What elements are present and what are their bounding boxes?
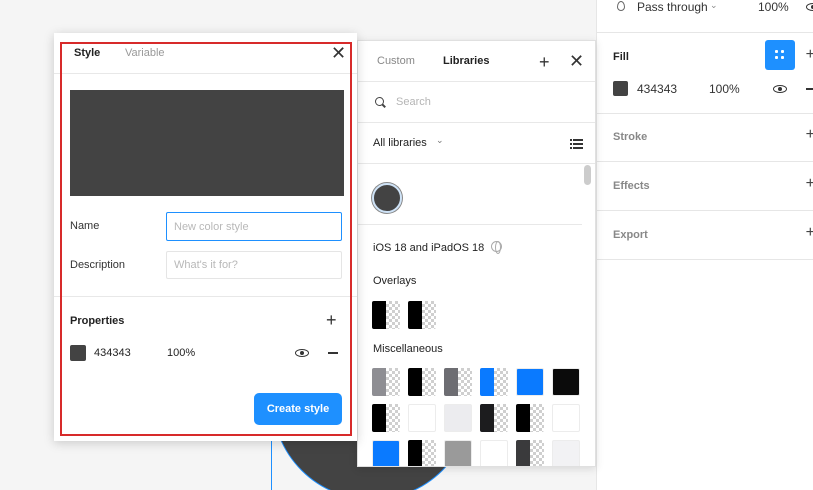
divider	[54, 296, 357, 297]
color-swatch[interactable]	[408, 404, 436, 432]
stroke-title: Stroke	[613, 131, 648, 143]
create-style-dialog: Style Variable ✕ Name Description Proper…	[54, 33, 357, 441]
divider	[597, 32, 813, 33]
color-swatch[interactable]	[444, 404, 472, 432]
color-swatch[interactable]	[552, 368, 580, 396]
color-swatch[interactable]	[408, 301, 436, 329]
color-swatch[interactable]	[480, 368, 508, 396]
divider	[597, 113, 813, 114]
add-effect-icon[interactable]: +	[806, 175, 813, 193]
description-label: Description	[70, 259, 126, 271]
fill-hex-value[interactable]: 434343	[637, 82, 677, 96]
style-name-input[interactable]	[166, 212, 342, 241]
group-miscellaneous: Miscellaneous	[373, 343, 443, 355]
fill-visibility-eye-icon[interactable]	[773, 85, 787, 93]
library-filter-dropdown[interactable]: All libraries	[373, 137, 427, 149]
list-view-icon[interactable]	[570, 138, 583, 149]
layer-row: Pass through ⌄ 100%	[597, 0, 813, 20]
color-swatch[interactable]	[372, 368, 400, 396]
style-description-input[interactable]	[166, 251, 342, 279]
remove-fill-icon[interactable]	[806, 88, 813, 90]
color-swatch[interactable]	[408, 368, 436, 396]
fill-title: Fill	[613, 51, 629, 63]
add-icon[interactable]: +	[539, 52, 550, 73]
property-visibility-eye-icon[interactable]	[295, 349, 309, 357]
properties-panel: Pass through ⌄ 100% Fill + 434343 100% S…	[596, 0, 813, 490]
add-property-icon[interactable]: +	[326, 310, 337, 331]
selection-guide	[271, 440, 272, 490]
group-overlays: Overlays	[373, 275, 417, 287]
scrollbar[interactable]	[584, 165, 591, 185]
color-swatch[interactable]	[372, 301, 400, 329]
color-swatch[interactable]	[516, 440, 544, 466]
properties-title: Properties	[70, 315, 125, 327]
search-icon	[375, 97, 384, 106]
color-swatch[interactable]	[444, 440, 472, 466]
color-swatch[interactable]	[372, 404, 400, 432]
search-input[interactable]	[396, 93, 576, 111]
divider	[597, 210, 813, 211]
eye-icon[interactable]	[806, 3, 813, 11]
effects-title: Effects	[613, 180, 650, 192]
layer-opacity[interactable]: 100%	[758, 0, 789, 14]
create-style-button[interactable]: Create style	[254, 393, 342, 425]
chevron-down-icon: ⌄	[436, 135, 444, 145]
name-label: Name	[70, 220, 100, 232]
tab-libraries[interactable]: Libraries	[443, 55, 489, 67]
color-preview	[70, 90, 344, 196]
property-opacity[interactable]: 100%	[167, 347, 195, 359]
document-color-swatch[interactable]	[372, 183, 402, 213]
tab-style[interactable]: Style	[74, 47, 100, 59]
libraries-panel: Custom Libraries + ✕ All libraries ⌄ iOS…	[357, 40, 596, 467]
tab-custom[interactable]: Custom	[377, 55, 415, 67]
divider	[358, 81, 595, 82]
color-swatch[interactable]	[516, 404, 544, 432]
color-swatch[interactable]	[408, 440, 436, 466]
style-picker-button[interactable]	[765, 40, 795, 70]
add-stroke-icon[interactable]: +	[806, 126, 813, 144]
color-swatch[interactable]	[480, 440, 508, 466]
blend-mode-dropdown[interactable]: Pass through	[637, 0, 708, 14]
add-fill-icon[interactable]: +	[806, 46, 813, 64]
property-hex-value[interactable]: 434343	[94, 347, 131, 359]
color-swatch[interactable]	[552, 440, 580, 466]
divider	[54, 73, 357, 74]
close-icon[interactable]: ✕	[331, 43, 346, 64]
divider	[358, 122, 595, 123]
close-icon[interactable]: ✕	[569, 51, 584, 72]
divider	[597, 259, 813, 260]
color-swatch[interactable]	[444, 368, 472, 396]
divider	[597, 161, 813, 162]
export-title: Export	[613, 229, 648, 241]
tab-variable[interactable]: Variable	[125, 47, 165, 59]
chevron-down-icon: ⌄	[710, 0, 718, 10]
library-name: iOS 18 and iPadOS 18	[373, 242, 485, 254]
color-swatch[interactable]	[516, 368, 544, 396]
color-swatch[interactable]	[480, 404, 508, 432]
fill-opacity[interactable]: 100%	[709, 82, 740, 96]
color-swatch[interactable]	[372, 440, 400, 466]
add-export-icon[interactable]: +	[806, 224, 813, 242]
globe-icon	[491, 241, 502, 254]
blend-mode-icon	[617, 1, 625, 11]
remove-property-icon[interactable]	[328, 352, 338, 354]
color-swatch[interactable]	[552, 404, 580, 432]
divider	[358, 224, 582, 225]
divider	[358, 163, 595, 164]
property-color-swatch[interactable]	[70, 345, 86, 361]
fill-color-swatch[interactable]	[613, 81, 628, 96]
